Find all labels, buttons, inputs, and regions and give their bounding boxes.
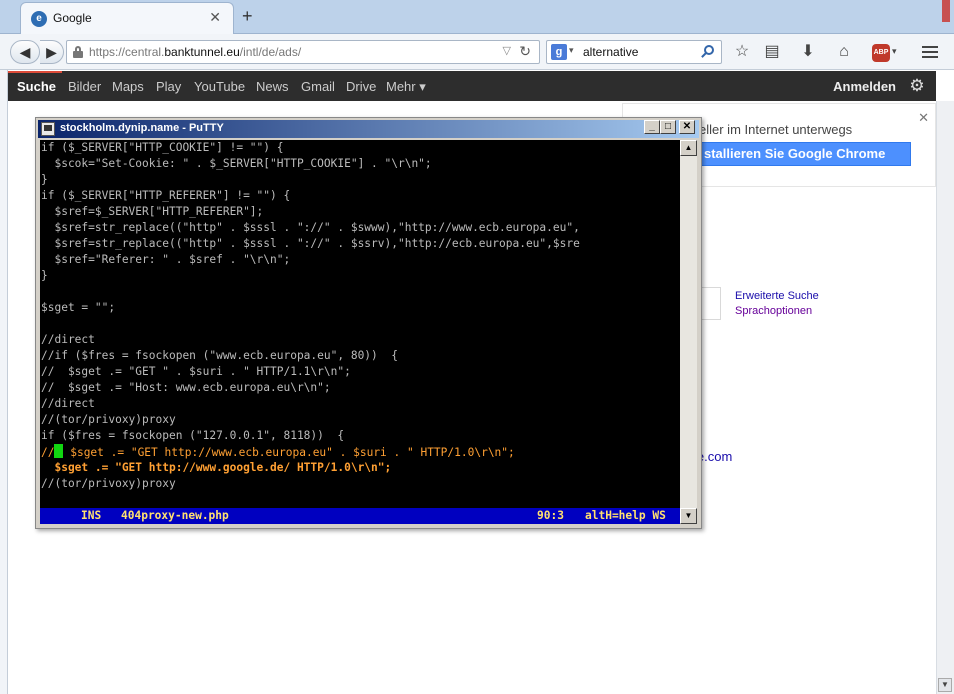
signin-link[interactable]: Anmelden (833, 79, 896, 94)
google-search-engine-icon[interactable]: g (551, 44, 567, 60)
code-line: $sref=$_SERVER["HTTP_REFERER"]; (41, 205, 264, 218)
navigation-toolbar: ◀ ▶ https://central.banktunnel.eu/intl/d… (0, 34, 954, 70)
tab-title: Google (53, 11, 92, 25)
code-line: } (41, 269, 48, 282)
code-line: if ($_SERVER["HTTP_COOKIE"] != "") { (41, 141, 284, 154)
gbar-item-maps[interactable]: Maps (112, 79, 144, 94)
cursor-line-prefix: // (41, 446, 55, 459)
gear-icon[interactable]: ⚙ (908, 77, 926, 95)
adblock-chevron-down-icon[interactable]: ▾ (892, 46, 897, 57)
gbar-item-mehr[interactable]: Mehr ▾ (386, 79, 426, 95)
hamburger-menu-icon[interactable] (922, 46, 938, 58)
tab-close-icon[interactable]: ✕ (209, 9, 221, 26)
reading-list-icon[interactable]: ▤ (762, 42, 782, 62)
code-line-cursor: // $sget .= "GET http://www.ecb.europa.e… (41, 444, 515, 460)
window-left-border (0, 70, 8, 694)
putty-scrollbar[interactable]: ▲ ▼ (680, 140, 697, 524)
url-bar[interactable]: https://central.banktunnel.eu/intl/de/ad… (66, 40, 540, 64)
code-line: } (41, 173, 48, 186)
code-line: //if ($fres = fsockopen ("www.ecb.europa… (41, 349, 398, 362)
url-text[interactable]: https://central.banktunnel.eu/intl/de/ad… (89, 45, 301, 59)
gbar-item-news[interactable]: News (256, 79, 289, 94)
google-bar: Suche Bilder Maps Play YouTube News Gmai… (8, 71, 936, 101)
downloads-arrow-icon[interactable]: ⬇ (798, 42, 818, 62)
tab-google[interactable]: e Google ✕ (20, 2, 234, 34)
scroll-up-arrow-icon[interactable]: ▲ (680, 140, 697, 156)
search-bar[interactable]: g ▾ alternative (546, 40, 722, 64)
window-close-button[interactable] (942, 0, 950, 22)
putty-minimize-button[interactable]: _ (644, 120, 660, 134)
url-prefix: https://central. (89, 45, 165, 59)
terminal-area[interactable]: if ($_SERVER["HTTP_COOKIE"] != "") { $sc… (40, 140, 680, 508)
back-arrow-icon[interactable]: ◀ (10, 40, 40, 64)
cursor-line-rest: $sget .= "GET http://www.ecb.europa.eu" … (63, 446, 515, 459)
putty-title-bar[interactable]: stockholm.dynip.name - PuTTY (38, 120, 699, 138)
gbar-item-drive[interactable]: Drive (346, 79, 376, 94)
putty-terminal-icon (41, 122, 55, 136)
gbar-item-bilder[interactable]: Bilder (68, 79, 101, 94)
gbar-item-suche[interactable]: Suche (17, 79, 56, 94)
code-line: //(tor/privoxy)proxy (41, 413, 176, 426)
promo-close-icon[interactable]: ✕ (918, 110, 929, 126)
code-line: // $sget .= "Host: www.ecb.europa.eu\r\n… (41, 381, 331, 394)
status-mode: INS (81, 509, 102, 522)
language-options-link[interactable]: Sprachoptionen (735, 305, 812, 317)
new-tab-plus-icon[interactable]: + (242, 6, 253, 27)
editor-status-line: INS 404proxy-new.php 90:3 altH=help WS (40, 508, 680, 524)
lock-icon (73, 46, 83, 58)
advanced-search-link[interactable]: Erweiterte Suche (735, 290, 819, 302)
bookmark-star-icon[interactable]: ☆ (732, 42, 752, 62)
code-line: $sget = ""; (41, 301, 116, 314)
tab-favicon-icon: e (31, 11, 47, 27)
tab-bar: e Google ✕ + (0, 0, 954, 34)
code-line: $sref="Referer: " . $sref . "\r\n"; (41, 253, 291, 266)
code-line: if ($_SERVER["HTTP_REFERER"] != "") { (41, 189, 291, 202)
url-path: /intl/de/ads/ (239, 45, 302, 59)
search-icon[interactable] (701, 45, 715, 59)
putty-title: stockholm.dynip.name - PuTTY (60, 122, 224, 134)
putty-maximize-button[interactable]: □ (660, 120, 676, 134)
url-history-chevron-down-icon[interactable]: ▽ (503, 44, 511, 57)
code-line: //(tor/privoxy)proxy (41, 477, 176, 490)
putty-close-button[interactable]: ✕ (679, 120, 695, 134)
home-icon[interactable]: ⌂ (834, 42, 854, 62)
gbar-item-youtube[interactable]: YouTube (194, 79, 245, 94)
putty-window: stockholm.dynip.name - PuTTY _ □ ✕ if ($… (35, 117, 702, 529)
page-scrollbar-track[interactable] (936, 101, 954, 694)
code-line: $scok="Set-Cookie: " . $_SERVER["HTTP_CO… (41, 157, 432, 170)
status-cursor-position: 90:3 (537, 509, 564, 522)
code-line: $sref=str_replace(("http" . $sssl . "://… (41, 221, 580, 234)
code-line: //direct (41, 397, 95, 410)
code-line-highlighted: $sget .= "GET http://www.google.de/ HTTP… (41, 461, 392, 474)
forward-arrow-icon[interactable]: ▶ (40, 40, 64, 64)
scroll-down-arrow-icon[interactable]: ▼ (938, 678, 952, 692)
active-nav-accent (8, 71, 62, 73)
promo-text: eller im Internet unterwegs (699, 122, 853, 137)
status-help-hint: altH=help WS (585, 509, 666, 522)
search-engine-chevron-down-icon[interactable]: ▾ (569, 45, 574, 56)
gbar-item-play[interactable]: Play (156, 79, 181, 94)
code-line: if ($fres = fsockopen ("127.0.0.1", 8118… (41, 429, 345, 442)
search-input[interactable]: alternative (583, 45, 638, 59)
reload-icon[interactable]: ↻ (519, 43, 531, 60)
adblock-plus-icon[interactable]: ABP (872, 44, 890, 62)
scroll-down-arrow-icon[interactable]: ▼ (680, 508, 697, 524)
url-domain: banktunnel.eu (164, 45, 240, 59)
code-line: $sref=str_replace(("http" . $sssl . "://… (41, 237, 580, 250)
status-filename: 404proxy-new.php (121, 509, 229, 522)
gbar-item-gmail[interactable]: Gmail (301, 79, 335, 94)
install-chrome-button[interactable]: stallieren Sie Google Chrome (697, 142, 911, 166)
code-line: // $sget .= "GET " . $suri . " HTTP/1.1\… (41, 365, 351, 378)
code-line: //direct (41, 333, 95, 346)
